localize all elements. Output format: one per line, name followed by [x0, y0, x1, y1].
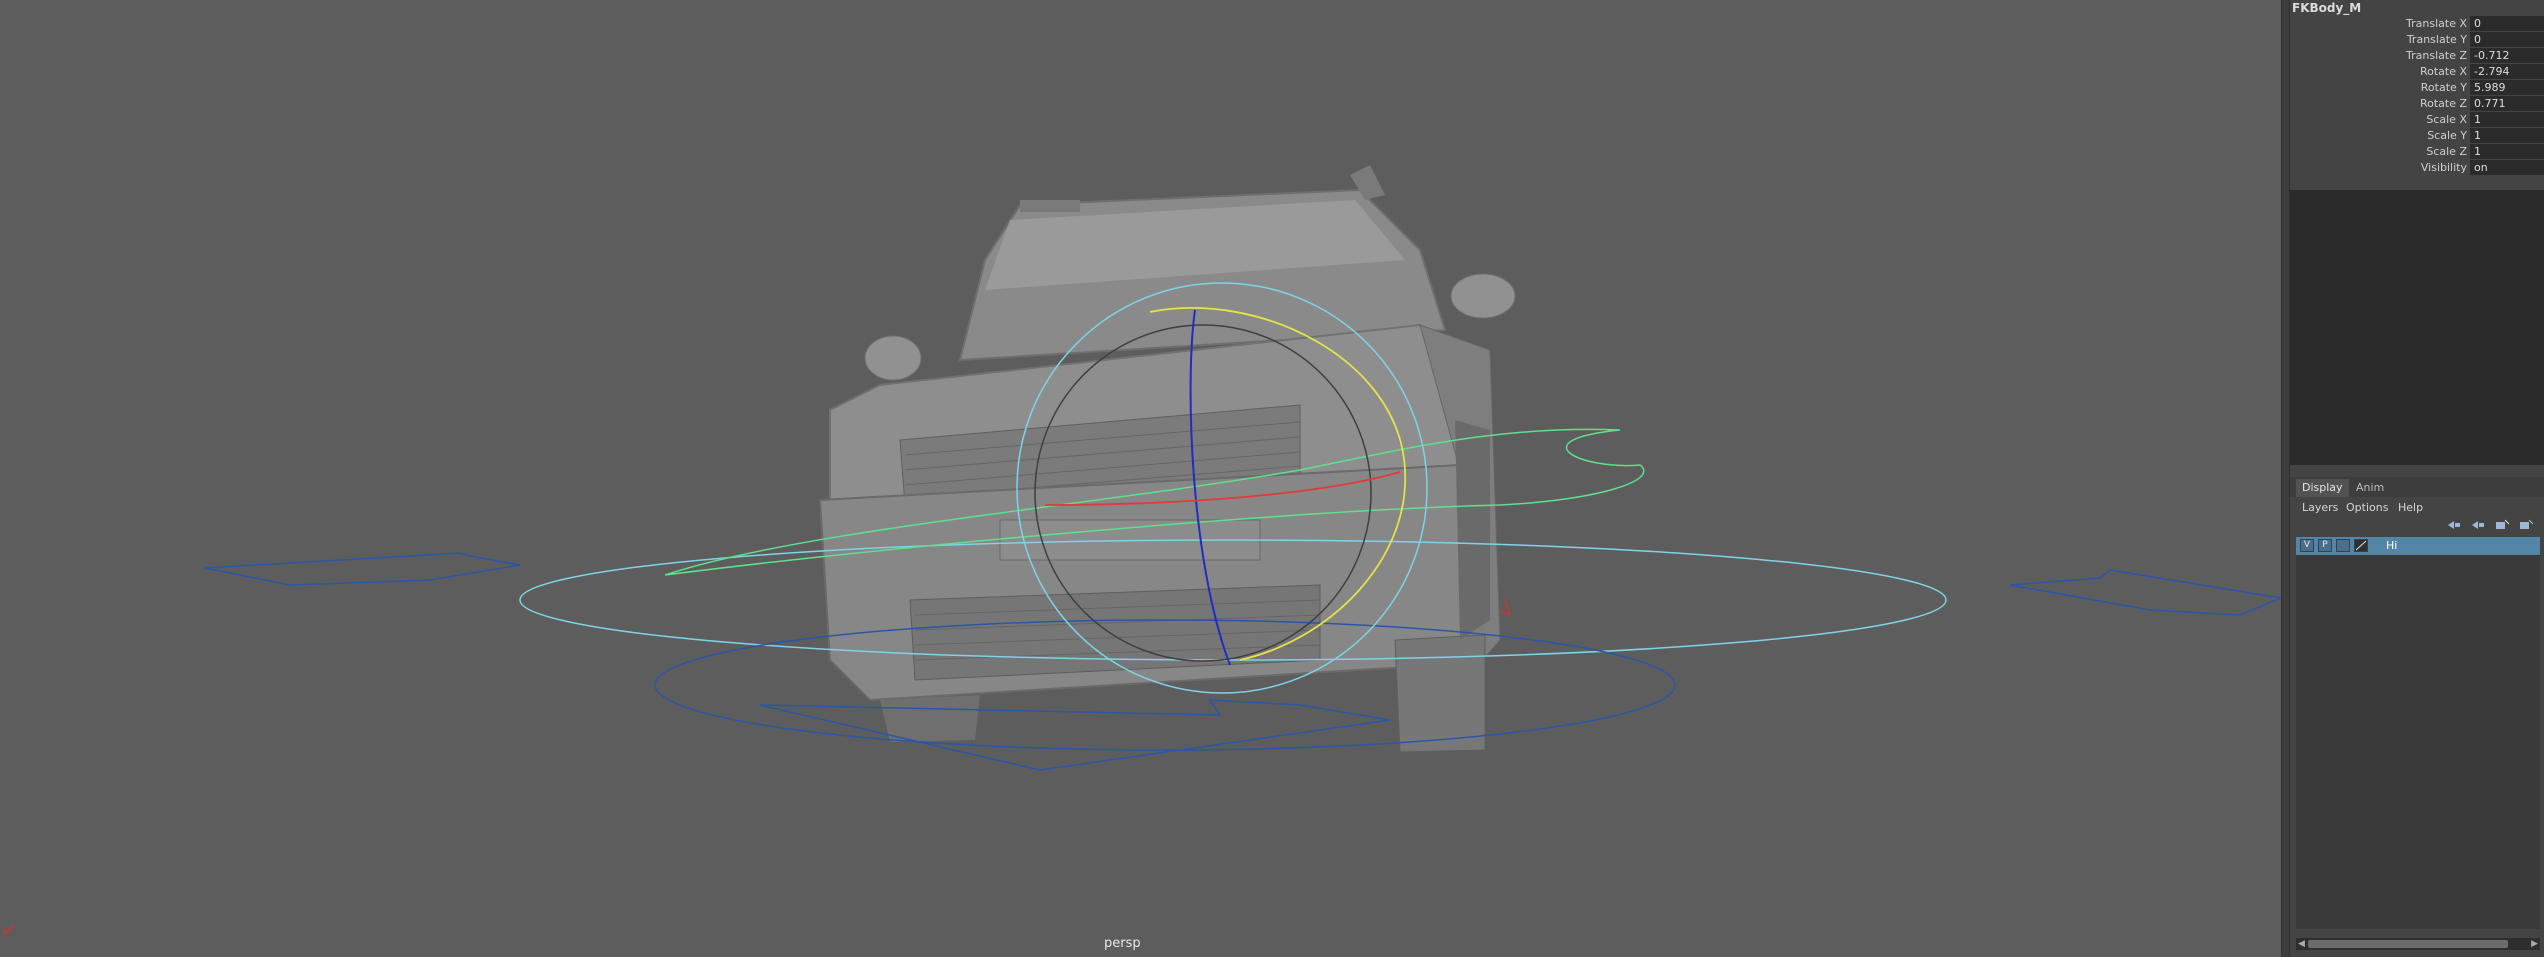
attr-row-rotate-z[interactable]: Rotate Z 0.771 [2290, 96, 2544, 112]
layer-color-icon [2355, 540, 2367, 551]
attr-row-scale-x[interactable]: Scale X 1 [2290, 112, 2544, 128]
scrollbar-thumb[interactable] [2308, 940, 2508, 948]
menu-layers[interactable]: Layers [2302, 499, 2338, 517]
attr-row-scale-y[interactable]: Scale Y 1 [2290, 128, 2544, 144]
layer-display-type-toggle[interactable] [2336, 539, 2350, 552]
axis-gizmo [3, 925, 15, 935]
attr-value-field[interactable]: 0.771 [2470, 96, 2544, 111]
attr-label: Rotate Y [2420, 81, 2467, 94]
attr-label: Translate Z [2406, 49, 2467, 62]
layer-list: V P Hi [2296, 537, 2540, 929]
attr-row-translate-z[interactable]: Translate Z -0.712 [2290, 48, 2544, 64]
attr-label: Translate X [2406, 17, 2467, 30]
move-layer-up-icon[interactable] [2446, 519, 2462, 531]
attr-label: Translate Y [2406, 33, 2467, 46]
tab-display[interactable]: Display [2296, 479, 2349, 497]
attr-label: Visibility [2420, 161, 2467, 174]
layer-color-swatch[interactable] [2354, 539, 2368, 552]
tab-anim[interactable]: Anim [2350, 479, 2390, 497]
layer-name: Hi [2386, 539, 2398, 552]
attr-row-rotate-x[interactable]: Rotate X -2.794 [2290, 64, 2544, 80]
attr-value-field[interactable]: -2.794 [2470, 64, 2544, 79]
attr-value-field[interactable]: on [2470, 160, 2544, 175]
attr-row-scale-z[interactable]: Scale Z 1 [2290, 144, 2544, 160]
attr-value-field[interactable]: 0 [2470, 16, 2544, 31]
attr-row-translate-y[interactable]: Translate Y 0 [2290, 32, 2544, 48]
attr-value-field[interactable]: 1 [2470, 112, 2544, 127]
menu-options[interactable]: Options [2346, 499, 2388, 517]
horizontal-scrollbar[interactable]: ◀ ▶ [2296, 938, 2540, 950]
move-layer-down-icon[interactable] [2470, 519, 2486, 531]
layer-toolbar [2438, 517, 2538, 533]
attr-value-field[interactable]: 0 [2470, 32, 2544, 47]
scroll-right-icon[interactable]: ▶ [2531, 939, 2538, 949]
layer-playback-toggle[interactable]: P [2318, 539, 2332, 552]
selected-node-name: FKBody_M [2292, 1, 2362, 15]
attr-label: Rotate X [2419, 65, 2467, 78]
perspective-viewport[interactable]: persp [0, 0, 2281, 957]
attr-label: Rotate Z [2419, 97, 2467, 110]
attr-row-translate-x[interactable]: Translate X 0 [2290, 16, 2544, 32]
layer-menu-bar: Layers Options Help [2290, 499, 2544, 517]
attr-row-rotate-y[interactable]: Rotate Y 5.989 [2290, 80, 2544, 96]
layer-editor-tabs: Display Anim [2290, 477, 2544, 497]
menu-help[interactable]: Help [2398, 499, 2423, 517]
layer-editor: Display Anim Layers Options Help V P Hi … [2290, 475, 2544, 957]
channel-box-empty-area [2290, 190, 2544, 465]
camera-name-label: persp [1104, 936, 1141, 951]
scroll-left-icon[interactable]: ◀ [2298, 939, 2305, 949]
right-panel: FKBody_M Translate X 0 Translate Y 0 Tra… [2290, 0, 2544, 957]
attr-value-field[interactable]: -0.712 [2470, 48, 2544, 63]
attr-label: Scale X [2426, 113, 2467, 126]
new-layer-selected-icon[interactable] [2518, 519, 2534, 531]
layer-visibility-toggle[interactable]: V [2300, 539, 2314, 552]
attr-row-visibility[interactable]: Visibility on [2290, 160, 2544, 176]
attr-label: Scale Z [2426, 145, 2467, 158]
attr-value-field[interactable]: 1 [2470, 128, 2544, 143]
new-layer-icon[interactable] [2494, 519, 2510, 531]
panel-splitter[interactable] [2281, 0, 2290, 957]
channel-box: FKBody_M Translate X 0 Translate Y 0 Tra… [2290, 0, 2544, 180]
attr-value-field[interactable]: 1 [2470, 144, 2544, 159]
car-model[interactable] [818, 165, 1516, 753]
layer-row[interactable]: V P Hi [2296, 537, 2540, 555]
attr-value-field[interactable]: 5.989 [2470, 80, 2544, 95]
viewport-scene[interactable] [0, 0, 2281, 957]
attr-label: Scale Y [2427, 129, 2467, 142]
